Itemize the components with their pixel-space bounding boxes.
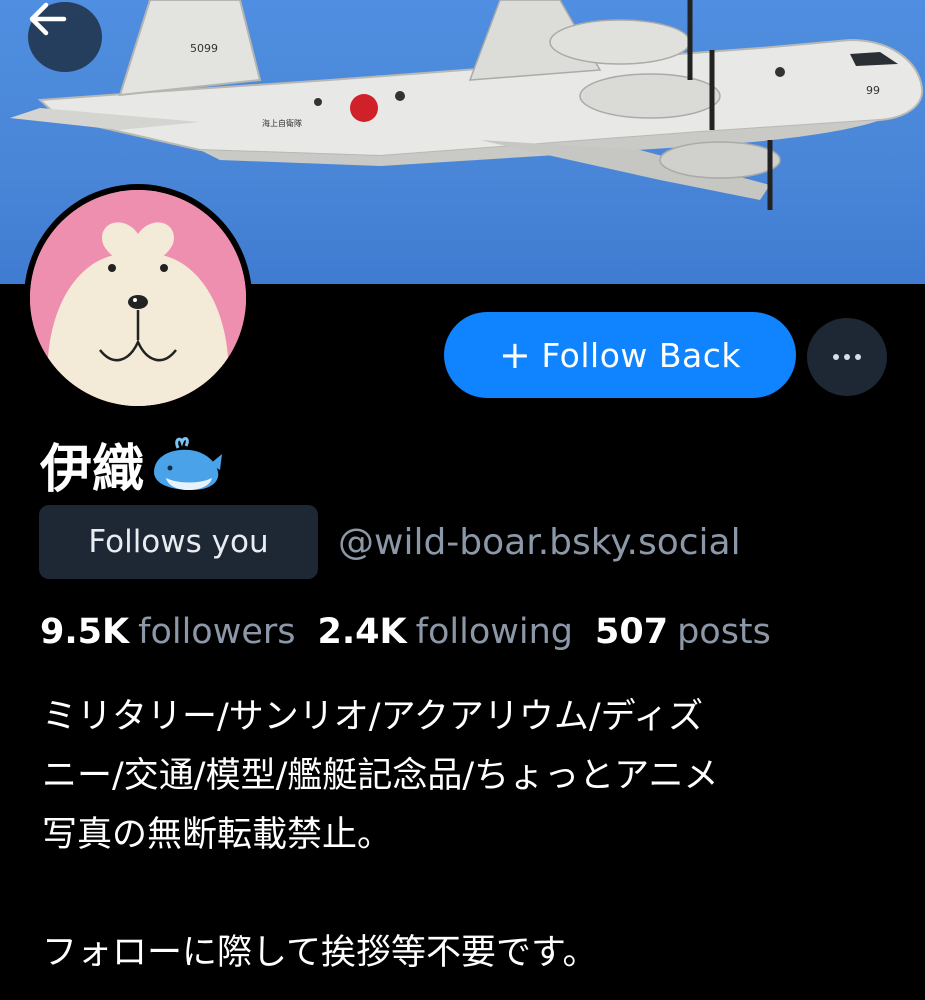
bio-line: フォローに際して挨拶等不要です。 xyxy=(42,933,598,973)
avatar[interactable] xyxy=(24,184,252,412)
following-stat[interactable]: 2.4K following xyxy=(318,612,595,652)
bio-spacer xyxy=(42,865,902,924)
profile-bio: ミリタリー/サンリオ/アクアリウム/ディズ ニー/交通/模型/艦艇記念品/ちょっ… xyxy=(42,688,902,983)
bio-line: 写真の無断転載禁止。 xyxy=(42,815,393,855)
avatar-character-illustration xyxy=(30,190,246,406)
profile-stats: 9.5K followers 2.4K following 507 posts xyxy=(40,604,793,660)
follow-back-button[interactable]: + Follow Back xyxy=(444,312,796,398)
posts-stat: 507 posts xyxy=(595,612,793,652)
profile-handle: @wild-boar.bsky.social xyxy=(338,521,741,563)
svg-text:99: 99 xyxy=(866,84,880,97)
display-name: 伊織 xyxy=(40,439,145,500)
posts-label: posts xyxy=(677,612,771,652)
bio-line: ミリタリー/サンリオ/アクアリウム/ディズ xyxy=(42,697,704,737)
followers-count: 9.5K xyxy=(40,612,130,652)
posts-count: 507 xyxy=(595,612,669,652)
followers-label: followers xyxy=(138,612,296,652)
back-button[interactable] xyxy=(28,2,102,72)
follows-you-badge: Follows you xyxy=(39,505,318,579)
followers-stat[interactable]: 9.5K followers xyxy=(40,612,318,652)
more-horizontal-icon xyxy=(833,354,839,360)
more-options-button[interactable] xyxy=(807,318,887,396)
follow-back-label: Follow Back xyxy=(541,335,741,375)
display-name-row: 伊織 xyxy=(40,430,224,500)
arrow-left-icon xyxy=(29,2,67,36)
svg-text:5099: 5099 xyxy=(190,42,218,55)
plus-icon: + xyxy=(499,333,532,377)
following-count: 2.4K xyxy=(317,612,407,652)
bio-line: ニー/交通/模型/艦艇記念品/ちょっとアニメ xyxy=(42,756,719,796)
follows-you-label: Follows you xyxy=(88,524,269,560)
svg-text:海上自衛隊: 海上自衛隊 xyxy=(262,118,302,128)
following-label: following xyxy=(415,612,573,652)
whale-emoji-icon xyxy=(154,437,223,490)
